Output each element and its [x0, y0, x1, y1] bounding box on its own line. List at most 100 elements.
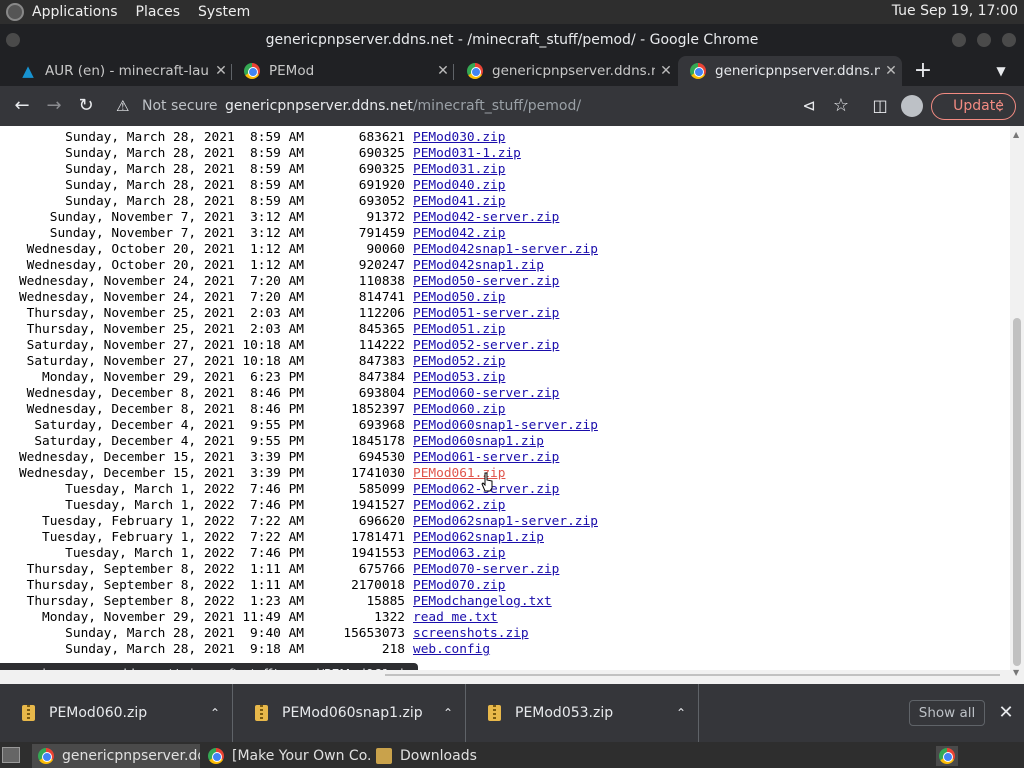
back-button[interactable]: ← [8, 92, 36, 120]
file-date: Thursday, November 25, 2021 2:03 AM [26, 322, 304, 337]
file-link[interactable]: PEMod060.zip [413, 402, 505, 418]
places-menu[interactable]: Places [136, 4, 181, 20]
chevron-up-icon[interactable]: ⌃ [664, 706, 698, 720]
file-link[interactable]: PEMod042.zip [413, 226, 505, 242]
tab-search-chevron-icon[interactable]: ▼ [990, 56, 1012, 86]
file-size: 110838 [358, 274, 405, 289]
clock[interactable]: Tue Sep 19, 17:00 [892, 3, 1018, 19]
listing-row: Monday, November 29, 2021 6:23 PM 847384 P… [0, 370, 598, 386]
file-link[interactable]: PEMod062.zip [413, 498, 505, 514]
listing-row: Monday, November 29, 2021 11:49 AM 1322 re… [0, 610, 598, 626]
applications-menu[interactable]: Applications [32, 4, 118, 20]
chevron-up-icon[interactable]: ⌃ [431, 706, 465, 720]
taskbar-item-downloads[interactable]: Downloads [370, 744, 490, 768]
file-link[interactable]: PEMod052.zip [413, 354, 505, 370]
side-panel-icon[interactable]: ◫ [866, 92, 894, 120]
download-item[interactable]: PEMod053.zip ⌃ [466, 684, 699, 742]
file-link[interactable]: PEMod050-server.zip [413, 274, 559, 290]
file-link[interactable]: PEMod052-server.zip [413, 338, 559, 354]
url-path: /minecraft_stuff/pemod/ [412, 98, 582, 114]
horizontal-scrollbar[interactable] [0, 670, 1010, 684]
file-link[interactable]: PEMod042-server.zip [413, 210, 559, 226]
scroll-up-icon[interactable]: ▲ [1013, 130, 1019, 139]
file-link[interactable]: PEMod050.zip [413, 290, 505, 306]
file-link[interactable]: web.config [413, 642, 490, 658]
scrollbar-thumb[interactable] [385, 674, 1000, 676]
window-titlebar[interactable]: genericpnpserver.ddns.net - /minecraft_s… [0, 24, 1024, 56]
file-date: Wednesday, December 8, 2021 8:46 PM [26, 402, 304, 417]
tab-minecraft-stuff[interactable]: genericpnpserver.ddns.net/minecraft_stuf… [455, 56, 677, 86]
tab-strip: ▲ AUR (en) - minecraft-launcher ✕ PEMod … [0, 56, 1024, 86]
scroll-down-icon[interactable]: ▼ [1013, 668, 1019, 677]
file-link[interactable]: PEMod053.zip [413, 370, 505, 386]
system-menu[interactable]: System [198, 4, 250, 20]
new-tab-button[interactable]: + [912, 56, 934, 86]
share-icon[interactable]: ⊲ [795, 92, 823, 120]
tray-chrome-icon[interactable] [936, 746, 958, 766]
maximize-button[interactable] [977, 33, 991, 47]
file-date: Wednesday, October 20, 2021 1:12 AM [26, 258, 304, 273]
file-link[interactable]: PEMod060-server.zip [413, 386, 559, 402]
page-content: Sunday, March 28, 2021 8:59 AM 683621 PEMo… [0, 126, 1010, 678]
file-size: 1852397 [351, 402, 405, 417]
show-desktop-icon[interactable] [2, 747, 20, 763]
file-link[interactable]: PEMod062snap1-server.zip [413, 514, 598, 530]
forward-button[interactable]: → [40, 92, 68, 120]
close-icon[interactable]: ✕ [880, 63, 902, 79]
file-link[interactable]: PEMod030.zip [413, 130, 505, 146]
update-button[interactable]: Update ⋮ [931, 93, 1016, 120]
listing-row: Sunday, March 28, 2021 8:59 AM 683621 PEMo… [0, 130, 598, 146]
scrollbar-thumb[interactable] [1013, 318, 1021, 666]
file-link[interactable]: PEMod031-1.zip [413, 146, 521, 162]
security-label[interactable]: Not secure [142, 92, 218, 120]
taskbar-item-chrome-other[interactable]: [Make Your Own Co... [202, 744, 370, 768]
file-link[interactable]: PEMod060snap1-server.zip [413, 418, 598, 434]
file-link[interactable]: PEModchangelog.txt [413, 594, 552, 610]
file-link[interactable]: PEMod031.zip [413, 162, 505, 178]
file-link[interactable]: PEMod062snap1.zip [413, 530, 544, 546]
reload-button[interactable]: ↻ [72, 92, 100, 120]
tab-pemod-directory[interactable]: genericpnpserver.ddns.net/minecraft_stuf… [678, 56, 902, 86]
vertical-scrollbar[interactable]: ▲ ▼ [1010, 126, 1024, 684]
file-link[interactable]: PEMod061-server.zip [413, 450, 559, 466]
file-link[interactable]: PEMod070-server.zip [413, 562, 559, 578]
file-link[interactable]: PEMod070.zip [413, 578, 505, 594]
show-all-button[interactable]: Show all [909, 700, 985, 726]
close-icon[interactable]: ✕ [210, 63, 232, 79]
more-menu-icon[interactable]: ⋮ [993, 94, 1007, 119]
tab-title: genericpnpserver.ddns.net/minecraft_stuf… [715, 63, 880, 79]
file-link[interactable]: PEMod051.zip [413, 322, 505, 338]
file-date: Wednesday, October 20, 2021 1:12 AM [26, 242, 304, 257]
tab-aur[interactable]: ▲ AUR (en) - minecraft-launcher ✕ [8, 56, 232, 86]
file-link[interactable]: screenshots.zip [413, 626, 529, 642]
file-size: 791459 [358, 226, 405, 241]
file-link[interactable]: PEMod051-server.zip [413, 306, 559, 322]
download-item[interactable]: PEMod060snap1.zip ⌃ [233, 684, 466, 742]
address-bar[interactable]: ⚠ Not secure genericpnpserver.ddns.net/m… [110, 92, 870, 120]
close-window-button[interactable] [1002, 33, 1016, 47]
minimize-button[interactable] [952, 33, 966, 47]
file-link[interactable]: PEMod063.zip [413, 546, 505, 562]
chevron-up-icon[interactable]: ⌃ [198, 706, 232, 720]
file-link[interactable]: PEMod040.zip [413, 178, 505, 194]
file-link[interactable]: PEMod042snap1.zip [413, 258, 544, 274]
tab-pemod[interactable]: PEMod ✕ [232, 56, 454, 86]
file-size: 1741030 [351, 466, 405, 481]
file-link[interactable]: PEMod060snap1.zip [413, 434, 544, 450]
taskbar-item-chrome-pemod[interactable]: genericpnpserver.ddns.net - /minecraft_s… [32, 744, 200, 768]
tab-divider [453, 64, 454, 80]
profile-avatar[interactable] [901, 95, 923, 117]
file-size: 683621 [358, 130, 405, 145]
url-text[interactable]: genericpnpserver.ddns.net/minecraft_stuf… [225, 92, 581, 120]
download-item[interactable]: PEMod060.zip ⌃ [0, 684, 233, 742]
close-icon[interactable]: ✕ [432, 63, 454, 79]
file-link[interactable]: PEMod042snap1-server.zip [413, 242, 598, 258]
close-shelf-icon[interactable]: ✕ [996, 700, 1016, 726]
distro-logo-icon[interactable] [6, 3, 24, 21]
file-link[interactable]: read me.txt [413, 610, 498, 626]
window-menu-icon[interactable] [6, 33, 20, 47]
bookmark-star-icon[interactable]: ☆ [827, 92, 855, 120]
warning-icon[interactable]: ⚠ [116, 92, 129, 120]
close-icon[interactable]: ✕ [655, 63, 677, 79]
file-link[interactable]: PEMod041.zip [413, 194, 505, 210]
